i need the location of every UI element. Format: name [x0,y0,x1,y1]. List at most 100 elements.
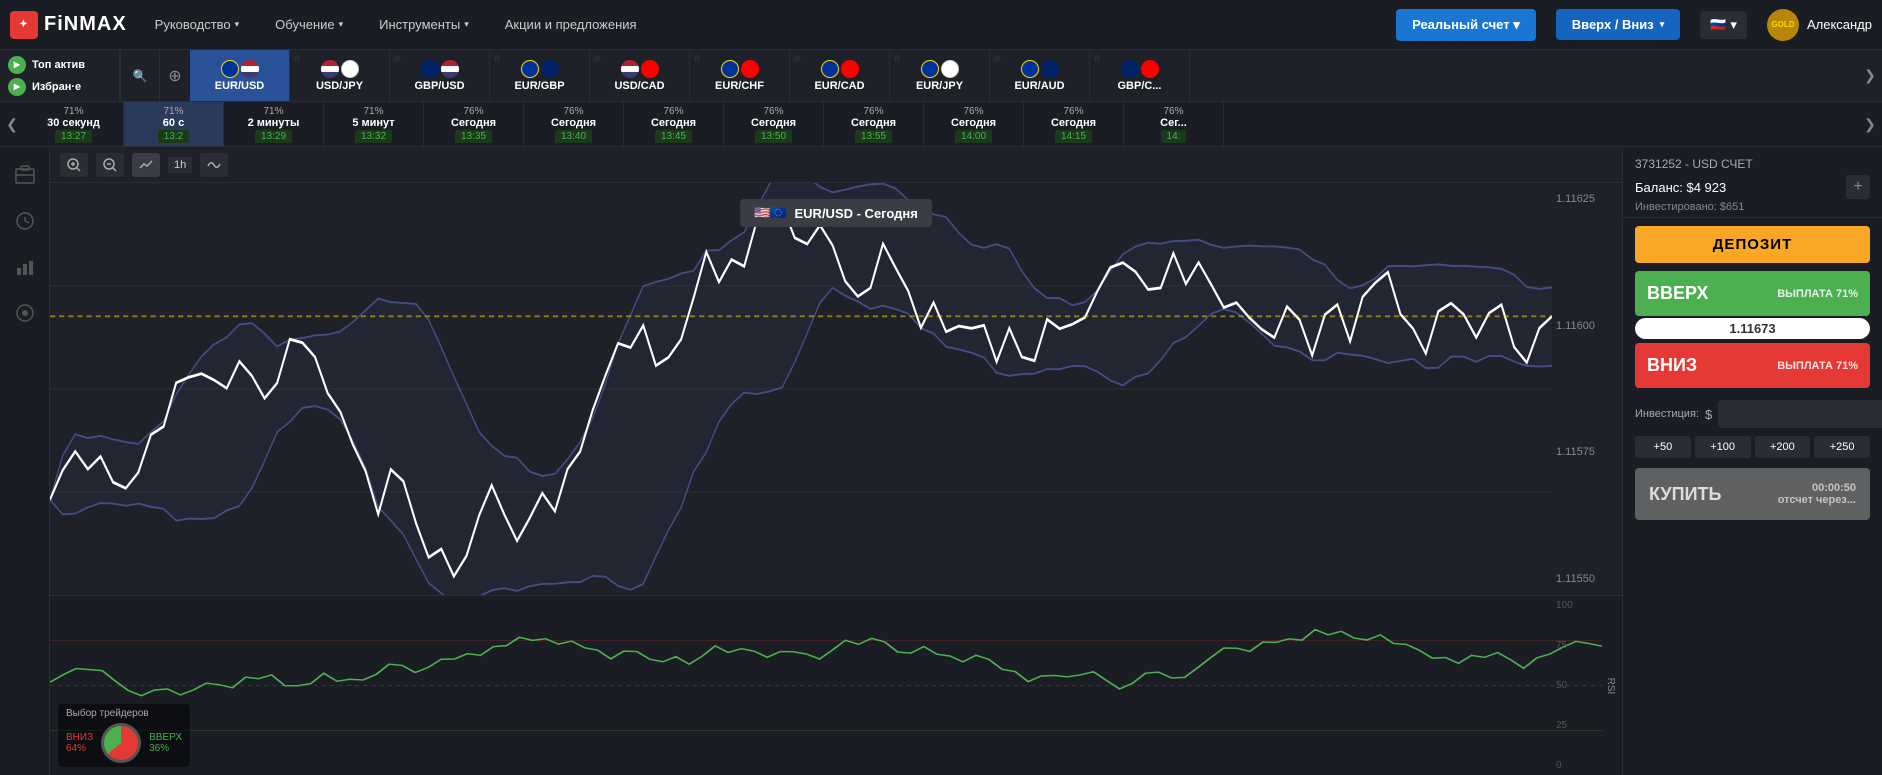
time-item[interactable]: 71% 30 секунд 13:27 [24,102,124,147]
flag-icon [441,60,459,78]
time-item[interactable]: 76% Сегодня 14:00 [924,102,1024,147]
time-item[interactable]: 71% 2 минуты 13:29 [224,102,324,147]
asset-left-panel: ▶ Топ актив ▶ Избран·е [0,50,120,101]
real-account-button[interactable]: Реальный счет ▾ [1396,9,1536,41]
flag-icon [521,60,539,78]
flag-icon [321,60,339,78]
asset-item[interactable]: ☆ EUR/GBP [490,50,590,102]
flag-icon [841,60,859,78]
logo[interactable]: ✦ FiNMAX [10,11,127,39]
time-value: 14: [1161,130,1187,143]
asset-name: EUR/CHF [715,80,764,92]
asset-item[interactable]: ☆ GBP/USD [390,50,490,102]
chart-type-button[interactable] [132,153,160,177]
invest-input[interactable] [1718,400,1882,428]
asset-name: EUR/AUD [1014,80,1064,92]
asset-item[interactable]: ☆ USD/CAD [590,50,690,102]
time-duration: Сегодня [951,117,996,129]
add-asset-button[interactable]: ⊕ [160,50,190,102]
flag-icon [541,60,559,78]
deposit-button[interactable]: ДЕПОЗИТ [1635,226,1870,263]
time-duration: 2 минуты [248,117,300,129]
flag-icon [241,60,259,78]
time-duration: 5 минут [352,117,394,129]
time-item[interactable]: 71% 5 минут 13:32 [324,102,424,147]
nav-promotions[interactable]: Акции и предложения [497,12,645,37]
quick-amount-button[interactable]: +250 [1814,436,1870,458]
flag-icon: 🇷🇺 [1710,17,1726,33]
time-value: 14:15 [1055,130,1092,143]
time-item[interactable]: 76% Сегодня 13:55 [824,102,924,147]
time-duration: Сегодня [751,117,796,129]
quick-amount-button[interactable]: +100 [1695,436,1751,458]
time-item[interactable]: 76% Сегодня 13:50 [724,102,824,147]
favorites-row[interactable]: ▶ Избран·е [8,78,111,96]
time-item[interactable]: 71% 60 с 13:2 [124,102,224,147]
asset-item[interactable]: ☆ EUR/CAD [790,50,890,102]
asset-nav-right[interactable]: ❯ [1858,50,1882,102]
time-item[interactable]: 76% Сегодня 14:15 [1024,102,1124,147]
language-button[interactable]: 🇷🇺 ▾ [1700,11,1747,39]
asset-item[interactable]: ☆ EUR/USD [190,50,290,102]
asset-item[interactable]: ☆ EUR/CHF [690,50,790,102]
time-pct: 76% [1163,106,1183,117]
time-item[interactable]: 76% Сегодня 13:35 [424,102,524,147]
balance-row: Баланс: $4 923 + [1635,175,1870,199]
quick-amounts: +50+100+200+250 [1623,432,1882,462]
timeframe-label[interactable]: 1h [168,157,192,173]
down-trade-button[interactable]: ВНИЗ ВЫПЛАТА 71% [1635,343,1870,388]
zoom-in-button[interactable] [60,153,88,177]
time-duration: Сегодня [551,117,596,129]
portfolio-icon[interactable] [7,157,43,193]
add-funds-button[interactable]: + [1846,175,1870,199]
time-pct: 71% [163,106,183,117]
logo-icon: ✦ [10,11,38,39]
plus-icon: ⊕ [168,66,181,86]
time-nav-left[interactable]: ❮ [0,102,24,146]
up-label: ВВЕРХ [1647,283,1708,304]
quick-amount-button[interactable]: +200 [1755,436,1811,458]
main-layout: 1h 🇺🇸🇪🇺 EUR/USD - Сегодня 1.11625 1.1160… [0,147,1882,775]
traders-row: ВНИЗ 64% ВВЕРХ 36% [66,723,182,763]
time-duration: Сегодня [651,117,696,129]
traders-pie-chart [101,723,141,763]
buy-button[interactable]: КУПИТЬ 00:00:50 отсчет через... [1635,468,1870,520]
history-icon[interactable] [7,295,43,331]
traders-down-label: ВНИЗ [66,732,93,743]
top-assets-label: Топ актив [32,59,85,71]
up-down-button[interactable]: Вверх / Вниз ▾ [1556,9,1681,40]
time-item[interactable]: 76% Сегодня 13:40 [524,102,624,147]
asset-item[interactable]: ☆ GBP/C... [1090,50,1190,102]
time-value: 13:29 [255,130,292,143]
analytics-icon[interactable] [7,249,43,285]
nav-education[interactable]: Обучение ▾ [267,12,351,37]
chart-area: 1h 🇺🇸🇪🇺 EUR/USD - Сегодня 1.11625 1.1160… [50,147,1622,775]
time-item[interactable]: 76% Сегодня 13:45 [624,102,724,147]
asset-item[interactable]: ☆ USD/JPY [290,50,390,102]
user-menu[interactable]: GOLD Александр [1767,9,1872,41]
clock-icon[interactable] [7,203,43,239]
search-button[interactable]: 🔍 [120,50,160,102]
chevron-down-icon: ▾ [339,19,344,30]
buy-timer: 00:00:50 [1812,482,1856,494]
zoom-out-button[interactable] [96,153,124,177]
star-icon: ☆ [593,53,601,64]
time-pct: 71% [63,106,83,117]
quick-amount-button[interactable]: +50 [1635,436,1691,458]
up-trade-button[interactable]: ВВЕРХ ВЫПЛАТА 71% [1635,271,1870,316]
flag-icon [221,60,239,78]
nav-guide[interactable]: Руководство ▾ [147,12,248,37]
indicator-button[interactable] [200,153,228,177]
top-assets-row[interactable]: ▶ Топ актив [8,56,111,74]
asset-item[interactable]: ☆ EUR/JPY [890,50,990,102]
time-value: 13:2 [158,130,189,143]
flag-icon [621,60,639,78]
time-item[interactable]: 76% Сег... 14: [1124,102,1224,147]
buy-subtitle: отсчет через... [1778,494,1856,506]
side-icons [0,147,50,775]
asset-name: EUR/CAD [814,80,864,92]
asset-item[interactable]: ☆ EUR/AUD [990,50,1090,102]
nav-instruments[interactable]: Инструменты ▾ [371,12,477,37]
time-nav-right[interactable]: ❯ [1858,102,1882,146]
traders-box: Выбор трейдеров ВНИЗ 64% ВВЕРХ 36% [58,704,190,767]
